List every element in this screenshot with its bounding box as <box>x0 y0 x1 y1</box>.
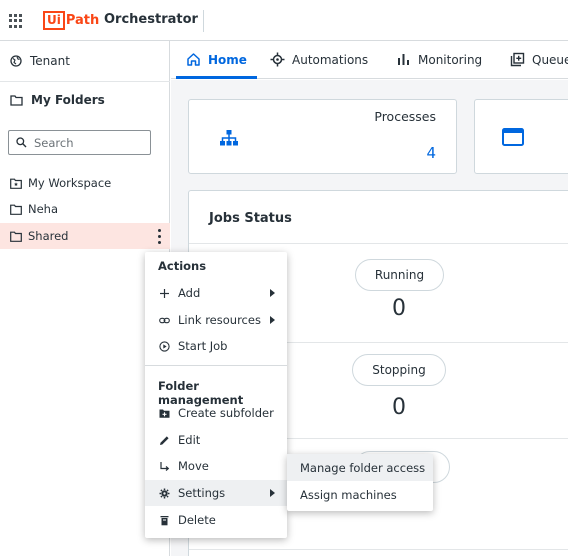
process-tree-icon <box>220 130 238 146</box>
tab-home[interactable]: Home <box>176 41 257 79</box>
menu-item-delete[interactable]: Delete <box>145 507 287 533</box>
jobs-divider <box>189 549 568 550</box>
plus-icon <box>160 288 169 298</box>
jobs-status-title: Jobs Status <box>209 211 292 226</box>
submenu-item-assign-machines[interactable]: Assign machines <box>287 481 433 508</box>
tab-automations[interactable]: Automations <box>270 41 368 78</box>
logo-ui-text: Ui <box>43 10 65 30</box>
menu-item-label: Delete <box>178 513 216 527</box>
search-icon <box>16 137 27 148</box>
tab-bar: Home Automations Monitoring Queue <box>171 41 568 79</box>
folder-context-menu: Actions Add Link resources Start Job Fol… <box>145 252 287 538</box>
menu-item-move[interactable]: Move <box>145 453 287 479</box>
pencil-icon <box>160 435 169 445</box>
menu-item-label: Settings <box>178 486 226 500</box>
folder-search[interactable] <box>8 130 151 155</box>
bar-chart-icon <box>398 54 409 65</box>
tenant-label: Tenant <box>30 54 70 68</box>
header-divider <box>203 10 204 32</box>
running-count[interactable]: 0 <box>369 296 429 321</box>
folder-label: Shared <box>28 229 69 243</box>
running-label: Running <box>374 268 425 282</box>
menu-item-label: Add <box>178 286 201 300</box>
running-status-pill[interactable]: Running <box>355 259 444 291</box>
folder-item-neha[interactable]: Neha <box>0 197 170 221</box>
logo-path-text: Path <box>65 12 100 28</box>
more-options-icon[interactable] <box>158 229 162 244</box>
menu-item-label: Create subfolder <box>178 406 274 420</box>
folder-label: My Workspace <box>28 176 112 190</box>
menu-item-label: Edit <box>178 433 201 447</box>
settings-submenu: Manage folder access Assign machines <box>287 454 433 511</box>
submenu-item-label: Assign machines <box>300 487 397 502</box>
menu-item-start-job[interactable]: Start Job <box>145 333 287 359</box>
submenu-arrow-icon <box>270 289 275 297</box>
menu-item-create-subfolder[interactable]: Create subfolder <box>145 400 287 426</box>
processes-card[interactable]: Processes 4 <box>188 99 457 174</box>
menu-divider <box>145 365 287 366</box>
menu-item-label: Link resources <box>178 313 261 327</box>
submenu-item-label: Manage folder access <box>300 460 426 475</box>
robot-icon <box>270 52 285 67</box>
processes-count[interactable]: 4 <box>426 144 436 162</box>
queues-card[interactable] <box>474 99 568 174</box>
menu-item-link-resources[interactable]: Link resources <box>145 307 287 333</box>
jobs-divider <box>189 243 568 244</box>
menu-item-edit[interactable]: Edit <box>145 427 287 453</box>
menu-item-settings[interactable]: Settings <box>145 480 287 506</box>
play-circle-icon <box>159 340 170 352</box>
globe-icon <box>10 55 22 67</box>
tab-queues[interactable]: Queue <box>510 41 568 78</box>
menu-item-label: Move <box>178 459 209 473</box>
tab-label: Monitoring <box>418 52 483 67</box>
my-folders-header[interactable]: My Folders <box>0 90 170 110</box>
app-launcher-icon[interactable] <box>9 14 23 28</box>
folder-icon <box>10 231 22 242</box>
stopping-label: Stopping <box>372 363 426 377</box>
submenu-arrow-icon <box>270 316 275 324</box>
uipath-logo[interactable]: Ui Path <box>43 10 99 30</box>
my-folders-label: My Folders <box>31 93 105 107</box>
sidebar-divider <box>0 81 170 82</box>
trash-icon <box>160 515 169 525</box>
processes-label: Processes <box>374 109 436 124</box>
gear-icon <box>159 488 170 498</box>
tab-label: Home <box>208 52 247 67</box>
folder-icon <box>10 95 23 106</box>
submenu-item-manage-folder-access[interactable]: Manage folder access <box>287 454 433 481</box>
search-input[interactable] <box>34 135 144 150</box>
submenu-arrow-icon <box>270 489 275 497</box>
tab-label: Automations <box>292 52 369 67</box>
menu-item-add[interactable]: Add <box>145 280 287 306</box>
tenant-row[interactable]: Tenant <box>0 51 170 71</box>
folder-item-my-workspace[interactable]: My Workspace <box>0 171 170 195</box>
stopping-count[interactable]: 0 <box>369 395 429 420</box>
home-icon <box>187 53 200 66</box>
app-name: Orchestrator <box>104 12 198 27</box>
tab-label: Queue <box>532 52 568 67</box>
actions-header: Actions <box>158 259 207 273</box>
folder-icon <box>10 204 22 215</box>
folder-label: Neha <box>28 202 59 216</box>
new-folder-icon <box>159 409 170 418</box>
workspace-folder-icon <box>10 178 22 189</box>
link-icon <box>159 317 170 323</box>
folder-item-shared[interactable]: Shared <box>0 223 170 249</box>
window-icon <box>502 128 524 146</box>
top-bar: Ui Path Orchestrator <box>0 0 568 41</box>
menu-item-label: Start Job <box>178 339 228 353</box>
tab-monitoring[interactable]: Monitoring <box>396 41 482 78</box>
move-arrow-icon <box>160 461 170 471</box>
queue-icon <box>510 52 525 67</box>
stopping-status-pill[interactable]: Stopping <box>352 354 446 386</box>
